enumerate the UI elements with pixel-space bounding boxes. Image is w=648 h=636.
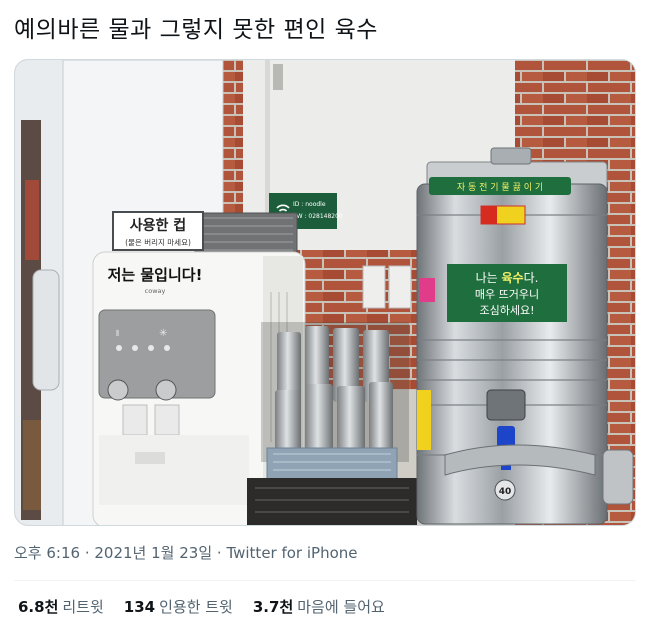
warning-line2: 매우 뜨거우니 [475, 288, 539, 301]
warning-line3: 조심하세요! [479, 303, 534, 317]
purifier-knob-right [155, 379, 177, 401]
tweet-date[interactable]: 2021년 1월 23일 [94, 544, 212, 562]
broth-boiler: 자 동 전 기 물 끓 이 기 나는 육수다. 매우 뜨거우니 조심하세요! 4… [416, 147, 634, 525]
quote-tweets-count: 134 [123, 598, 156, 616]
svg-text:나는 육수다.: 나는 육수다. [476, 270, 539, 285]
cup-sign-title: 사용한 컵 [130, 218, 186, 234]
boiler-number: 40 [499, 487, 512, 497]
purifier-label: 저는 물입니다! [108, 266, 203, 284]
tweet-source[interactable]: Twitter for iPhone [226, 544, 357, 562]
cup-sign-sub: (물은 버리지 마세요) [125, 237, 191, 247]
purifier-brand: coway [145, 287, 166, 295]
meta-separator: · [80, 544, 95, 562]
tweet-photo[interactable]: ID : noodle PW : 028148200 사용한 컵 (물은 버리지… [14, 59, 636, 526]
cold-icon: ✳ [159, 328, 167, 339]
meta-separator: · [212, 544, 227, 562]
counter-tray [247, 478, 417, 525]
boiler-top-label: 자 동 전 기 물 끓 이 기 [457, 182, 543, 193]
warning-line1-c: 다. [524, 271, 539, 285]
tweet-time[interactable]: 오후 6:16 [14, 544, 80, 562]
likes-stat[interactable]: 3.7천 마음에 들어요 [253, 596, 385, 618]
retweets-label: 리트윗 [62, 598, 104, 616]
quote-tweets-stat[interactable]: 134 인용한 트윗 [124, 596, 233, 618]
cabinet-hinge [273, 64, 283, 90]
likes-label: 마음에 들어요 [297, 598, 385, 616]
tweet-stats: 6.8천 리트윗 134 인용한 트윗 3.7천 마음에 들어요 [18, 596, 385, 618]
purifier-knob-left [107, 379, 129, 401]
fridge-handle [32, 269, 60, 391]
warning-line1-b: 육수 [501, 270, 523, 285]
likes-count: 3.7천 [252, 598, 294, 616]
warning-line1-a: 나는 [476, 271, 502, 285]
blue-tray [266, 447, 398, 481]
wifi-id: ID : noodle [293, 201, 326, 208]
photo-scene: ID : noodle PW : 028148200 사용한 컵 (물은 버리지… [15, 60, 635, 525]
retweets-stat[interactable]: 6.8천 리트윗 [18, 596, 104, 618]
boiler-tap-base [486, 389, 526, 421]
cup-rack [261, 322, 409, 481]
tweet-meta: 오후 6:16 · 2021년 1월 23일 · Twitter for iPh… [14, 542, 358, 564]
wall-outlet [362, 265, 386, 309]
quote-tweets-label: 인용한 트윗 [159, 598, 233, 616]
wifi-pw: PW : 028148200 [293, 213, 343, 220]
boiler-side-handle [602, 449, 634, 505]
divider [14, 580, 636, 581]
tweet-text: 예의바른 물과 그렇지 못한 편인 육수 [14, 17, 378, 43]
used-cup-tray: 사용한 컵 (물은 버리지 마세요) [112, 211, 298, 256]
svg-text:⫴: ⫴ [116, 329, 119, 338]
boiler-lid-handle [490, 147, 532, 165]
retweets-count: 6.8천 [18, 598, 59, 616]
